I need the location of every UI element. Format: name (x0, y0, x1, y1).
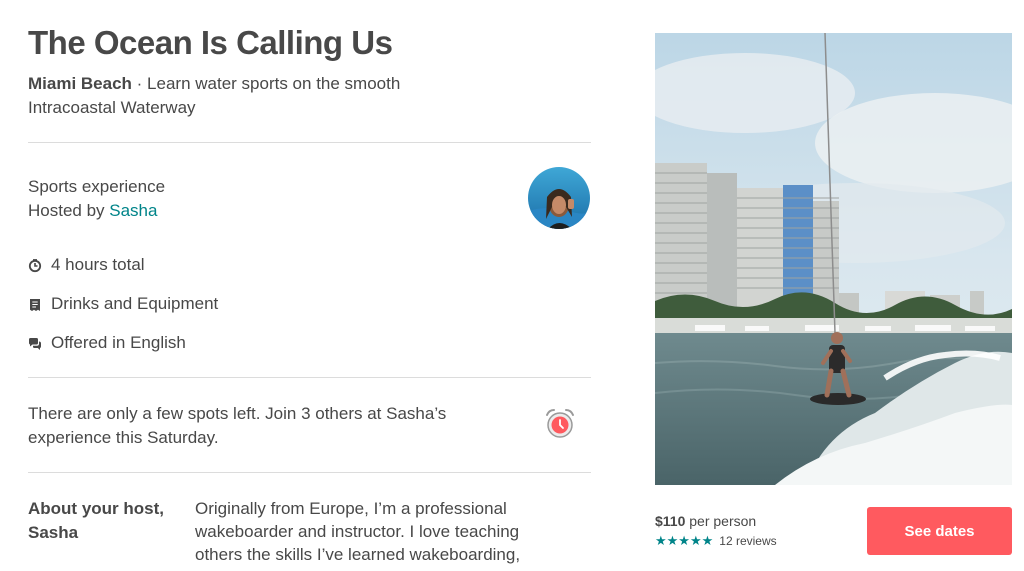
divider (28, 472, 591, 473)
price-summary: $110 per person ★★★★★ 12 reviews (655, 513, 777, 549)
about-host-text: Originally from Europe, I’m a profession… (195, 499, 521, 564)
feature-duration: 4 hours total (28, 253, 145, 277)
rating-stars: ★★★★★ (655, 533, 714, 548)
hosted-by: Hosted by Sasha (28, 199, 165, 223)
price-amount: $110 (655, 513, 686, 529)
alarm-clock-icon (543, 406, 577, 440)
receipt-icon (28, 297, 42, 311)
hosted-by-prefix: Hosted by (28, 201, 110, 220)
price-line: $110 per person (655, 513, 777, 529)
feature-label: 4 hours total (51, 255, 145, 274)
about-host-label: About your host, Sasha (28, 499, 164, 542)
feature-language: Offered in English (28, 331, 186, 355)
rating-row: ★★★★★ 12 reviews (655, 533, 777, 549)
reviews-link[interactable]: 12 reviews (719, 534, 776, 548)
feature-inclusions: Drinks and Equipment (28, 292, 218, 316)
divider (28, 142, 591, 143)
experience-subtitle: Miami Beach · Learn water sports on the … (28, 72, 468, 120)
price-unit: per person (685, 513, 757, 529)
see-dates-button[interactable]: See dates (867, 507, 1012, 555)
clock-icon (28, 258, 42, 273)
feature-label: Offered in English (51, 333, 186, 352)
feature-label: Drinks and Equipment (51, 294, 219, 313)
page-title: The Ocean Is Calling Us (28, 24, 393, 61)
location-label: Miami Beach (28, 74, 132, 93)
divider (28, 377, 591, 378)
host-summary: Sports experience Hosted by Sasha (28, 175, 165, 223)
host-avatar[interactable] (528, 167, 590, 229)
chat-bubbles-icon (28, 336, 42, 350)
availability-message: There are only a few spots left. Join 3 … (28, 404, 447, 447)
experience-category: Sports experience (28, 177, 166, 196)
separator: · (131, 74, 148, 93)
experience-photo[interactable] (655, 33, 1012, 485)
host-name-link[interactable]: Sasha (109, 201, 157, 220)
